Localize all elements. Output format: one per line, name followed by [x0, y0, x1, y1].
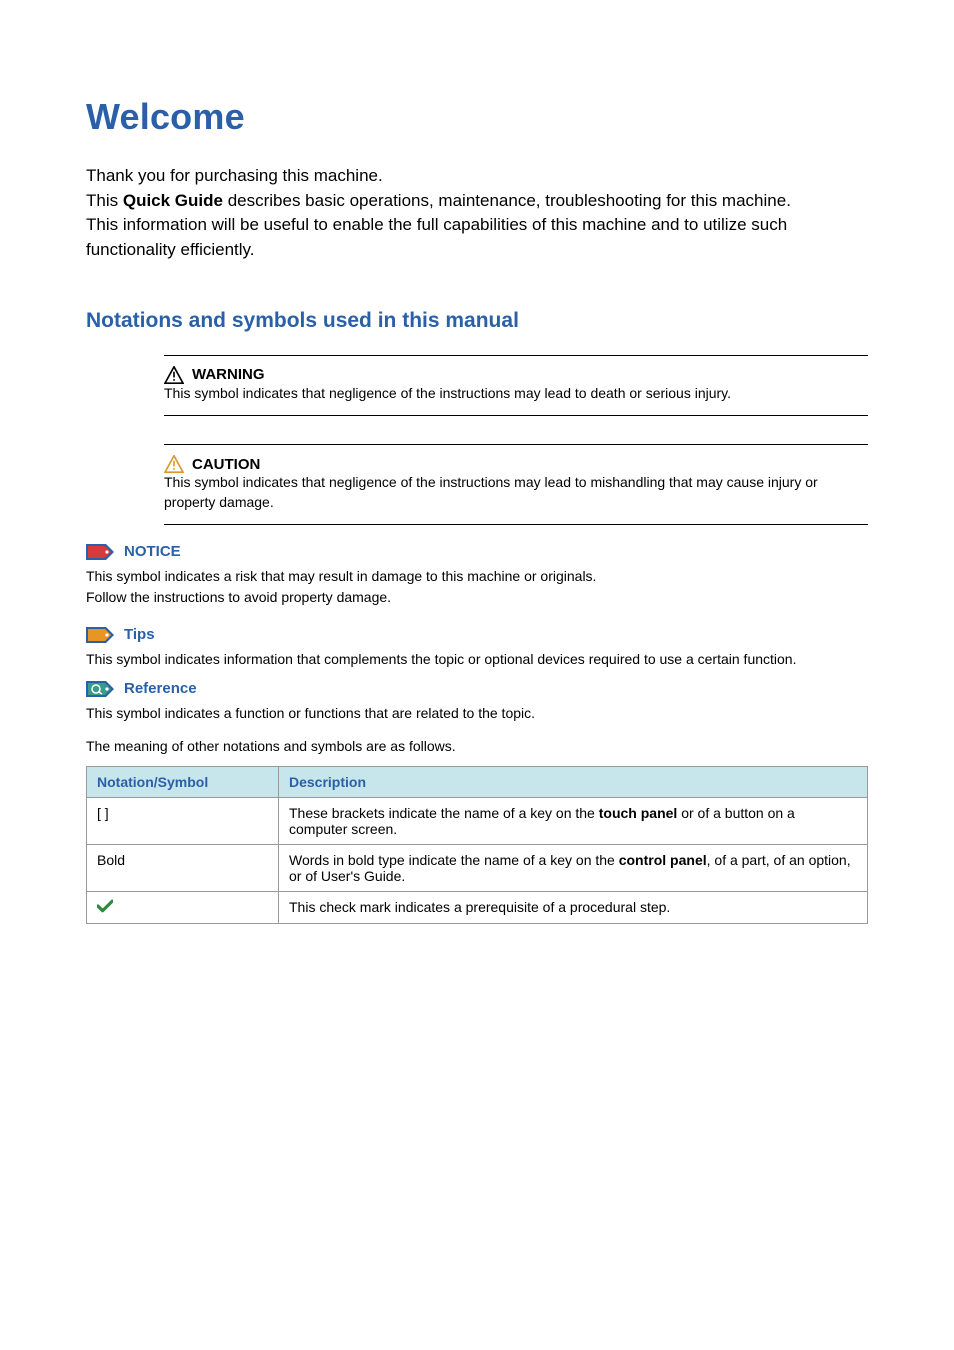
page-title: Welcome	[86, 96, 868, 138]
warning-header: WARNING	[164, 356, 868, 384]
notation-table: Notation/Symbol Description [ ] These br…	[86, 766, 868, 924]
caution-body: This symbol indicates that negligence of…	[164, 473, 868, 524]
caution-label: CAUTION	[192, 456, 260, 473]
intro-line1: Thank you for purchasing this machine.	[86, 166, 383, 185]
tips-icon	[86, 627, 114, 643]
table-row: This check mark indicates a prerequisite…	[87, 892, 868, 924]
tips-body: This symbol indicates information that c…	[86, 649, 868, 670]
reference-body: This symbol indicates a function or func…	[86, 703, 868, 724]
divider	[164, 524, 868, 525]
divider	[164, 415, 868, 416]
table-cell-description: These brackets indicate the name of a ke…	[279, 798, 868, 845]
notice-body-2: Follow the instructions to avoid propert…	[86, 589, 391, 605]
reference-header: Reference	[86, 680, 868, 697]
warning-callout: WARNING This symbol indicates that negli…	[164, 355, 868, 417]
intro-line3: This information will be useful to enabl…	[86, 215, 787, 259]
table-row: [ ] These brackets indicate the name of …	[87, 798, 868, 845]
table-header-notation: Notation/Symbol	[87, 767, 279, 798]
table-cell-description: This check mark indicates a prerequisite…	[279, 892, 868, 924]
tips-callout: Tips This symbol indicates information t…	[86, 626, 868, 670]
caution-header: CAUTION	[164, 445, 868, 473]
intro-quick-guide-bold: Quick Guide	[123, 191, 223, 210]
intro-paragraph: Thank you for purchasing this machine. T…	[86, 164, 868, 263]
table-header-description: Description	[279, 767, 868, 798]
intro-line2-pre: This	[86, 191, 123, 210]
notice-label: NOTICE	[124, 543, 181, 560]
intro-line2-post: describes basic operations, maintenance,…	[223, 191, 791, 210]
warning-label: WARNING	[192, 366, 265, 383]
table-cell-description: Words in bold type indicate the name of …	[279, 845, 868, 892]
table-cell-notation: Bold	[87, 845, 279, 892]
checkmark-icon	[97, 899, 113, 913]
caution-icon	[164, 455, 184, 473]
warning-icon	[164, 366, 184, 384]
table-cell-notation	[87, 892, 279, 924]
reference-label: Reference	[124, 680, 197, 697]
notice-header: NOTICE	[86, 543, 868, 560]
tips-header: Tips	[86, 626, 868, 643]
table-row: Bold Words in bold type indicate the nam…	[87, 845, 868, 892]
tips-label: Tips	[124, 626, 155, 643]
table-lead: The meaning of other notations and symbo…	[86, 738, 868, 754]
caution-callout: CAUTION This symbol indicates that negli…	[164, 444, 868, 525]
warning-body: This symbol indicates that negligence of…	[164, 384, 868, 416]
reference-icon	[86, 681, 114, 697]
table-header-row: Notation/Symbol Description	[87, 767, 868, 798]
reference-callout: Reference This symbol indicates a functi…	[86, 680, 868, 724]
section-heading: Notations and symbols used in this manua…	[86, 309, 868, 333]
notice-icon	[86, 544, 114, 560]
notice-body-1: This symbol indicates a risk that may re…	[86, 568, 596, 584]
table-cell-notation: [ ]	[87, 798, 279, 845]
notice-callout: NOTICE This symbol indicates a risk that…	[86, 543, 868, 608]
document-page: Welcome Thank you for purchasing this ma…	[0, 0, 954, 964]
notice-body: This symbol indicates a risk that may re…	[86, 566, 868, 608]
